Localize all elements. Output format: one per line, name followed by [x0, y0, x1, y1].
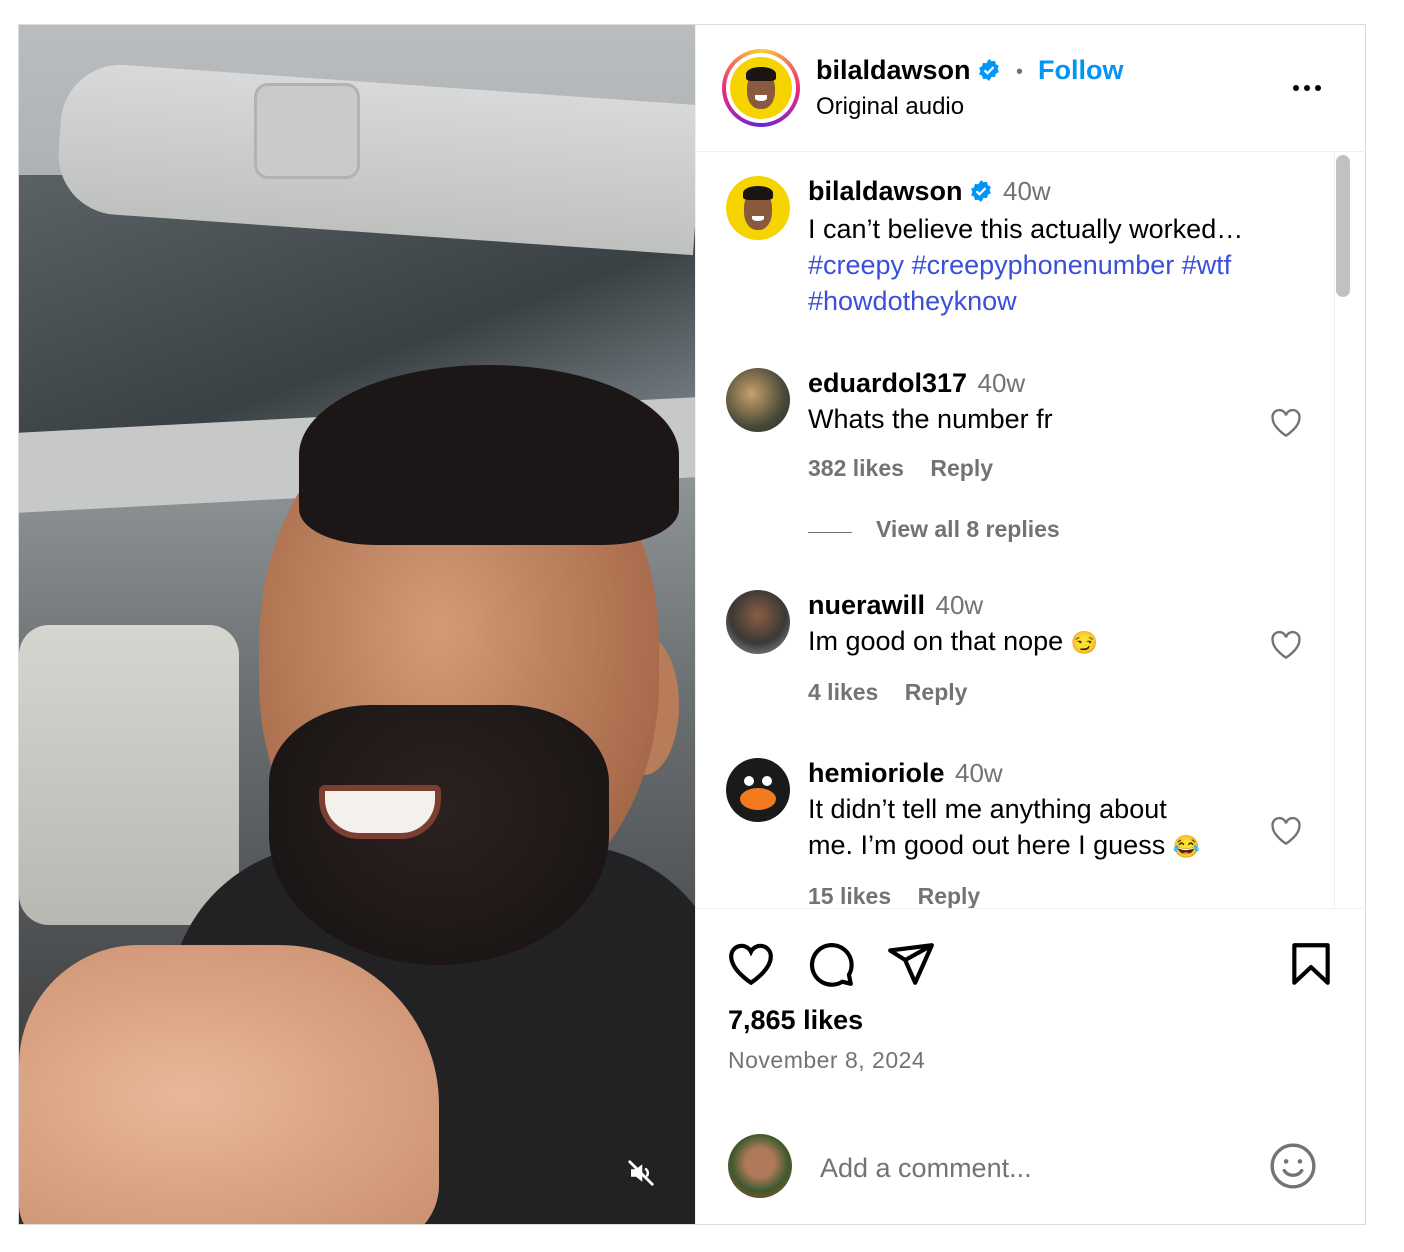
comment-author[interactable]: nuerawill [808, 590, 925, 620]
verified-badge-icon [970, 180, 991, 202]
avatar[interactable] [726, 758, 790, 822]
comment-likes[interactable]: 4 likes [808, 679, 878, 705]
comment-text-row: Im good on that nope 😏 [808, 623, 1268, 661]
comment-text-line-2: me. I’m good out here I guess [808, 830, 1166, 860]
heart-icon[interactable] [1270, 630, 1302, 660]
comment-time[interactable]: 40w [978, 368, 1026, 398]
person-smile [319, 785, 441, 839]
comment-author[interactable]: eduardol317 [808, 368, 967, 398]
action-bar: 7,865 likes November 8, 2024 [696, 908, 1366, 1225]
mute-icon[interactable] [623, 1155, 659, 1191]
person-beard [269, 705, 609, 965]
caption-hashtags: #creepy #creepyphonenumber #wtf #howdoth… [808, 247, 1328, 319]
audio-label[interactable]: Original audio [816, 93, 964, 121]
post-video[interactable] [19, 25, 695, 1224]
caption-text: I can’t believe this actually worked… [808, 214, 1244, 244]
comment: hemioriole 40w It didn’t tell me anythin… [726, 758, 1326, 908]
post-date[interactable]: November 8, 2024 [728, 1047, 925, 1074]
avatar [730, 57, 792, 119]
post-header: bilaldawson • Follow Original audio [696, 25, 1366, 152]
reply-button[interactable]: Reply [930, 455, 993, 481]
comment-input[interactable] [818, 1147, 1242, 1189]
comment: nuerawill 40w Im good on that nope 😏 4 l… [726, 590, 1326, 730]
hashtag[interactable]: #wtf [1182, 250, 1232, 280]
likes-count[interactable]: 7,865 likes [728, 1005, 863, 1036]
caption-time[interactable]: 40w [1003, 176, 1051, 206]
verified-badge-icon [978, 59, 999, 81]
emoji: 😂 [1172, 834, 1201, 859]
comment-text: Im good on that nope [808, 626, 1064, 656]
divider [808, 532, 852, 534]
scrollbar[interactable] [1336, 155, 1350, 297]
comment-likes[interactable]: 15 likes [808, 883, 891, 908]
view-replies-button[interactable]: View all 8 replies [876, 516, 1060, 542]
visor-clip [254, 83, 360, 179]
car-seat [19, 625, 239, 925]
comment-likes[interactable]: 382 likes [808, 455, 904, 481]
share-icon[interactable] [886, 939, 936, 989]
person-hair [299, 365, 679, 545]
comment-text-line-1: It didn’t tell me anything about [808, 794, 1167, 824]
comment-time[interactable]: 40w [935, 590, 983, 620]
comments-list[interactable]: bilaldawson 40w I can’t believe this act… [696, 152, 1366, 908]
post-side-panel: bilaldawson • Follow Original audio bila… [695, 25, 1366, 1224]
person-hand [19, 945, 439, 1224]
heart-icon[interactable] [726, 939, 776, 989]
avatar [728, 1134, 792, 1198]
scroll-track [1334, 152, 1335, 908]
reply-button[interactable]: Reply [905, 679, 968, 705]
hashtag[interactable]: #howdotheyknow [808, 286, 1017, 316]
comment-text: Whats the number fr [808, 404, 1053, 434]
comment-icon[interactable] [806, 939, 856, 989]
comment-time[interactable]: 40w [955, 758, 1003, 788]
heart-icon[interactable] [1270, 816, 1302, 846]
follow-button[interactable]: Follow [1038, 55, 1123, 86]
avatar[interactable] [726, 176, 790, 240]
post-container: bilaldawson • Follow Original audio bila… [18, 24, 1366, 1225]
avatar[interactable] [726, 590, 790, 654]
caption-author[interactable]: bilaldawson [808, 176, 963, 206]
emoji: 😏 [1070, 630, 1099, 655]
comment-text-row: me. I’m good out here I guess 😂 [808, 827, 1268, 865]
emoji-icon[interactable] [1268, 1141, 1318, 1191]
separator-dot: • [1016, 61, 1024, 83]
reply-button[interactable]: Reply [918, 883, 981, 908]
author-name[interactable]: bilaldawson [816, 55, 971, 85]
more-options-icon[interactable] [1282, 73, 1332, 103]
avatar[interactable] [726, 368, 790, 432]
bookmark-icon[interactable] [1286, 939, 1336, 989]
comment-author[interactable]: hemioriole [808, 758, 945, 788]
hashtag[interactable]: #creepyphonenumber [912, 250, 1175, 280]
hashtag[interactable]: #creepy [808, 250, 904, 280]
heart-icon[interactable] [1270, 408, 1302, 438]
story-ring[interactable] [722, 49, 800, 127]
comment: eduardol317 40w Whats the number fr 382 … [726, 368, 1326, 568]
author-username[interactable]: bilaldawson [816, 55, 1001, 86]
